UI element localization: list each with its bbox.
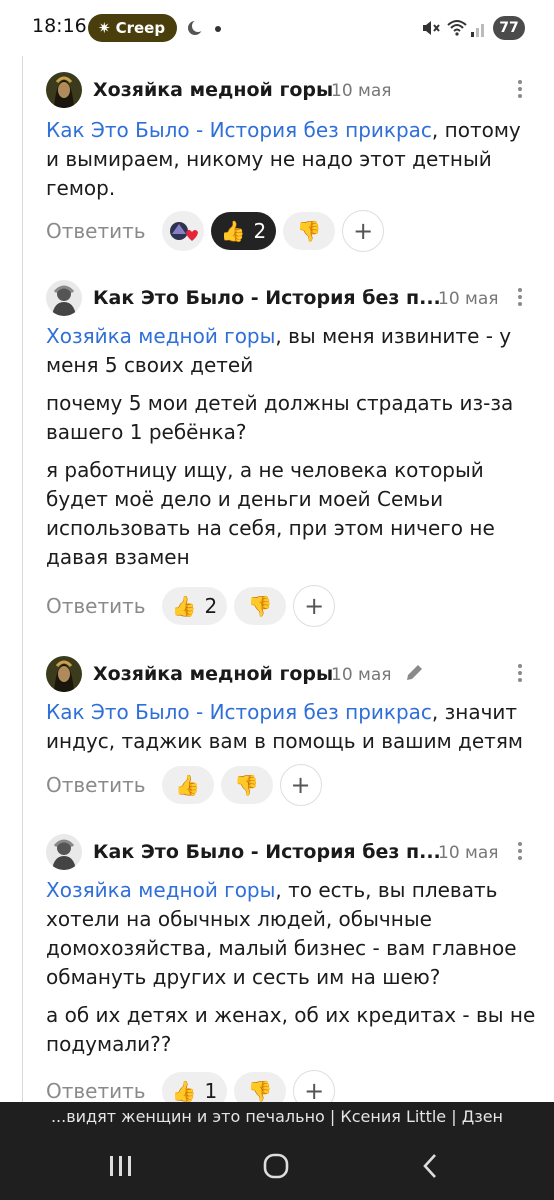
comment-text: я работницу ищу, а не человека который б… (46, 458, 495, 569)
thumbs-up-icon: 👍 (171, 594, 197, 618)
dislike-button[interactable]: 👎 (220, 766, 273, 804)
home-icon[interactable] (262, 1152, 290, 1180)
comment: Хозяйка медной горы 10 мая Как Это Было … (46, 654, 536, 806)
notification-dot (215, 26, 221, 32)
avatar[interactable] (46, 280, 82, 316)
like-count: 1 (204, 1079, 218, 1103)
add-reaction-button[interactable]: + (293, 585, 336, 627)
status-pill[interactable]: ✷ Creep (88, 14, 178, 42)
plus-icon: + (290, 771, 311, 799)
comment-text: Как Это Было - История без прикрас, пото… (46, 118, 521, 200)
wifi-icon (447, 20, 467, 36)
thumbs-down-icon: 👎 (247, 594, 273, 618)
thumbs-up-icon: 👍 (171, 1079, 197, 1103)
comment-author[interactable]: Хозяйка медной горы (93, 79, 333, 101)
plus-icon: + (304, 592, 325, 620)
back-icon[interactable] (420, 1152, 440, 1180)
moon-icon (188, 20, 204, 35)
comment-header: Хозяйка медной горы 10 мая (46, 70, 536, 110)
like-count: 2 (253, 219, 267, 243)
comment-date: 10 мая (331, 81, 392, 101)
plus-icon: + (304, 1077, 325, 1105)
thumbs-down-icon: 👎 (234, 773, 260, 797)
comment: Как Это Было - История без п... 10 мая Х… (46, 278, 536, 627)
comment-text: Хозяйка медной горы, то есть, вы плевать… (46, 878, 517, 989)
mention-link[interactable]: Хозяйка медной горы (46, 878, 275, 902)
comment-author[interactable]: Как Это Было - История без п... (93, 841, 441, 863)
thumbs-down-icon: 👎 (247, 1079, 273, 1103)
status-bar: 18:16 ✷ Creep 77 (0, 0, 554, 56)
comment-text: почему 5 мои детей должны страдать из-за… (46, 391, 514, 444)
system-navigation-bar (0, 1132, 554, 1200)
mention-link[interactable]: Как Это Было - История без прикрас (46, 118, 432, 142)
comment-author[interactable]: Как Это Было - История без п... (93, 287, 441, 309)
dislike-button[interactable]: 👎 (283, 212, 336, 250)
avatar[interactable] (46, 72, 82, 108)
thumbs-up-icon: 👍 (220, 219, 246, 243)
thumbs-down-icon: 👎 (296, 219, 322, 243)
status-pill-label: Creep (115, 19, 166, 37)
more-vertical-icon[interactable] (518, 288, 522, 309)
mention-link[interactable]: Как Это Было - История без прикрас (46, 700, 432, 724)
more-vertical-icon[interactable] (518, 842, 522, 863)
avatar-heart-reaction-icon[interactable] (161, 211, 204, 251)
avatar[interactable] (46, 656, 82, 692)
comment-header: Хозяйка медной горы 10 мая (46, 654, 536, 694)
comment-actions: Ответить 👍 2 👎 + (46, 585, 336, 627)
add-reaction-button[interactable]: + (279, 764, 322, 806)
thread-line (22, 56, 23, 1102)
comment-date: 10 мая (438, 843, 499, 863)
more-vertical-icon[interactable] (518, 664, 522, 685)
comment-actions: Ответить 👍 2 👎 + (46, 210, 385, 252)
comment-text: Хозяйка медной горы, вы меня извините - … (46, 324, 512, 377)
comment: Как Это Было - История без п... 10 мая Х… (46, 832, 536, 1112)
like-count: 2 (204, 594, 218, 618)
thumbs-up-icon: 👍 (175, 773, 201, 797)
comment-header: Как Это Было - История без п... 10 мая (46, 832, 536, 872)
avatar[interactable] (46, 834, 82, 870)
like-button[interactable]: 👍 2 (161, 587, 228, 625)
battery-indicator: 77 (493, 16, 525, 40)
add-reaction-button[interactable]: + (342, 210, 385, 252)
mute-icon (423, 21, 440, 35)
reply-button[interactable]: Ответить (46, 594, 146, 618)
pencil-icon (407, 665, 422, 680)
more-vertical-icon[interactable] (518, 80, 522, 101)
comment-text: а об их детях и женах, об их кредитах - … (46, 1003, 536, 1056)
plus-icon: + (353, 217, 374, 245)
signal-icon (471, 24, 484, 37)
comment-actions: Ответить 👍 👎 + (46, 764, 322, 806)
comment-author[interactable]: Хозяйка медной горы (93, 663, 333, 685)
dislike-button[interactable]: 👎 (234, 587, 287, 625)
comment-header: Как Это Было - История без п... 10 мая (46, 278, 536, 318)
comment-date: 10 мая (331, 665, 392, 685)
reply-button[interactable]: Ответить (46, 219, 146, 243)
sparkle-icon: ✷ (98, 19, 111, 37)
page-caption: ...видят женщин и это печально | Ксения … (0, 1102, 554, 1132)
like-button[interactable]: 👍 (161, 766, 214, 804)
comment-text: Как Это Было - История без прикрас, знач… (46, 700, 523, 753)
reply-button[interactable]: Ответить (46, 1079, 146, 1103)
recent-apps-icon[interactable] (108, 1154, 134, 1178)
reply-button[interactable]: Ответить (46, 773, 146, 797)
mention-link[interactable]: Хозяйка медной горы (46, 324, 275, 348)
status-time: 18:16 (32, 15, 87, 37)
like-button[interactable]: 👍 2 (210, 212, 277, 250)
comment: Хозяйка медной горы 10 мая Как Это Было … (46, 70, 536, 252)
comment-date: 10 мая (438, 289, 499, 309)
